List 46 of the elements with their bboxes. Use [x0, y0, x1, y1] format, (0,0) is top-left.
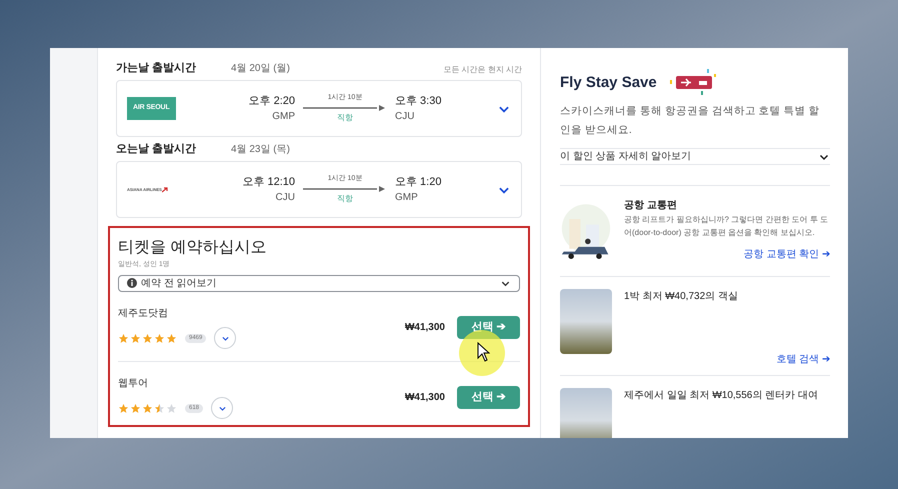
star-icon [154, 332, 165, 344]
flight-date: 4월 20일 (월) [231, 62, 290, 76]
agency-name: 제주도닷컴 [118, 307, 169, 321]
promo-description: 스카이스캐너를 통해 항공권을 검색하고 호텔 특별 할인을 받으세요. [560, 104, 821, 138]
flight-heading: 오는날 출발시간 [116, 142, 198, 156]
star-icon [118, 402, 129, 414]
expand-button[interactable] [211, 397, 234, 419]
departure-airport: GMP [272, 110, 295, 124]
card-title: 공항 교통편 [624, 199, 678, 213]
price: ₩41,300 [404, 391, 445, 405]
arrival-airport: GMP [395, 191, 419, 206]
mouse-cursor-icon [477, 342, 490, 362]
booking-title: 티켓을 예약하십시오 [118, 238, 268, 258]
expand-button[interactable] [214, 327, 236, 349]
star-icon [166, 332, 177, 344]
arrival-airport: CJU [395, 110, 416, 124]
card-link[interactable]: 호텔 검색 ➔ [776, 352, 830, 367]
star-icon [154, 402, 165, 414]
star-icon [130, 402, 141, 414]
card-link[interactable]: 공항 교통편 확인 ➔ [744, 247, 830, 262]
departure-time: 오후 12:10 [242, 174, 295, 190]
arrival-time: 오후 1:20 [395, 174, 442, 190]
card-title: 제주에서 일일 최저 ₩10,556의 렌터카 대여 [624, 389, 819, 403]
price: ₩41,300 [404, 321, 445, 335]
arrival-time: 오후 3:30 [395, 94, 442, 109]
star-icon [166, 402, 177, 414]
photo-placeholder [560, 388, 612, 438]
departure-time: 오후 2:20 [248, 94, 295, 109]
star-icon [118, 332, 129, 344]
promo-dropdown[interactable]: 이 할인 상품 자세히 알아보기 [560, 148, 830, 165]
departure-airport: CJU [276, 191, 295, 206]
star-icon [142, 332, 153, 344]
card-description: 공항 리프트가 필요하십니까? 그렇다면 간편한 도어 투 도어(door-to-door) 공항 교통편 옵션을 확인해 보십시오. [624, 214, 830, 239]
card-title: 1박 최저 ₩40,732의 객실 [624, 290, 739, 304]
star-icon [130, 332, 141, 344]
timezone-note: 모든 시간은 현지 시간 [443, 64, 522, 76]
flight-date: 4월 23일 (목) [231, 143, 290, 157]
info-dropdown[interactable]: 예약 전 읽어보기 [118, 274, 520, 292]
photo-placeholder [560, 289, 612, 354]
stops-label: 직항 [337, 192, 353, 205]
stops-label: 직항 [337, 112, 353, 124]
flight-heading: 가는날 출발시간 [116, 60, 198, 76]
agency-name: 웹투어 [118, 377, 149, 391]
star-icon [142, 402, 153, 414]
info-icon [127, 278, 137, 288]
promo-title: Fly Stay Save [560, 72, 657, 93]
